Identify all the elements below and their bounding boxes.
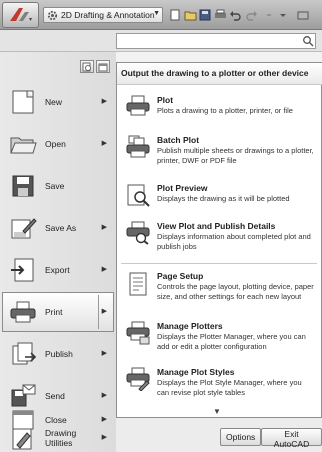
submenu-item-title: Manage Plotters (157, 321, 223, 331)
undo-icon[interactable] (228, 8, 242, 22)
submenu-item-plot-preview[interactable]: Plot Preview Displays the drawing as it … (117, 183, 321, 211)
menu-item-open[interactable]: Open ▶ (2, 124, 114, 164)
menu-label: Export (45, 265, 70, 275)
recent-open-toggle (80, 60, 110, 73)
submenu-item-manage-plotters[interactable]: Manage Plotters Displays the Plotter Man… (117, 321, 321, 351)
menu-label: Print (45, 307, 63, 317)
menu-label: Publish (45, 349, 73, 359)
plot-preview-icon (123, 183, 153, 211)
close-doc-icon (7, 404, 39, 436)
chevron-right-icon: ▶ (101, 224, 107, 231)
plot-printer-icon (123, 95, 153, 123)
submenu-item-description: Displays the Plotter Manager, where you … (157, 332, 306, 351)
qsave-icon[interactable] (198, 8, 212, 22)
submenu-item-description: Displays the Plot Style Manager, where y… (157, 378, 302, 397)
menu-item-save-as[interactable]: Save As ▶ (2, 208, 114, 248)
submenu-item-batch-plot[interactable]: Batch Plot Publish multiple sheets or dr… (117, 135, 321, 165)
title-bar: 2D Drafting & Annotation ▼ (0, 0, 322, 30)
export-icon (7, 254, 39, 286)
chevron-right-icon: ▶ (101, 266, 107, 273)
menu-item-new[interactable]: New ▶ (2, 82, 114, 122)
chevron-right-icon: ▶ (101, 308, 107, 315)
chevron-right-icon: ▶ (101, 392, 107, 399)
menu-label: New (45, 97, 63, 107)
application-menu-footer: Options Exit AutoCAD (116, 418, 322, 452)
submenu-item-description: Displays information about completed plo… (157, 232, 311, 251)
submenu-item-manage-plot-styles[interactable]: Manage Plot Styles Displays the Plot Sty… (117, 367, 321, 397)
search-input[interactable] (116, 33, 316, 49)
submenu-separator (121, 263, 317, 264)
submenu-header: Output the drawing to a plotter or other… (117, 63, 322, 85)
submenu-item-title: Manage Plot Styles (157, 367, 235, 377)
autocad-logo-icon (9, 8, 32, 21)
qnew-icon[interactable] (168, 8, 182, 22)
submenu-item-title: Plot Preview (157, 183, 208, 193)
chevron-down-icon: ▼ (153, 10, 160, 17)
application-menu-button[interactable] (2, 2, 39, 28)
submenu-item-title: Plot (157, 95, 174, 105)
printer-icon (7, 296, 39, 328)
menu-item-close[interactable]: Close ▶ (2, 400, 114, 440)
plot-details-icon (123, 221, 153, 249)
qat-dropdown-icon[interactable] (276, 8, 290, 22)
scroll-down-icon[interactable]: ▼ (213, 407, 221, 416)
open-folder-icon (7, 128, 39, 160)
save-as-icon (7, 212, 39, 244)
qplot-icon[interactable] (213, 8, 227, 22)
menu-label: Open (45, 139, 66, 149)
qat-separator-icon (262, 8, 276, 22)
chevron-right-icon: ▶ (101, 140, 107, 147)
chevron-right-icon: ▶ (101, 416, 107, 423)
open-documents-icon[interactable] (96, 60, 110, 73)
submenu-item-plot-details[interactable]: View Plot and Publish Details Displays i… (117, 221, 321, 251)
qat-extra-icon[interactable] (296, 8, 310, 22)
redo-icon[interactable] (245, 8, 259, 22)
search-icon[interactable] (302, 35, 314, 47)
menu-label: Save (45, 181, 65, 191)
submenu-item-title: Page Setup (157, 271, 204, 281)
submenu-item-plot[interactable]: Plot Plots a drawing to a plotter, print… (117, 95, 321, 123)
exit-autocad-button[interactable]: Exit AutoCAD (261, 428, 322, 449)
page-setup-icon (123, 271, 153, 299)
menu-label: Save As (45, 223, 77, 233)
manage-plot-styles-icon (123, 367, 153, 395)
submenu-item-description: Displays the drawing as it will be plott… (157, 194, 290, 203)
submenu-item-description: Controls the page layout, plotting devic… (157, 282, 314, 301)
chevron-right-icon: ▶ (101, 98, 107, 105)
menu-item-save[interactable]: Save (2, 166, 114, 206)
gear-icon (46, 9, 58, 21)
batch-plot-icon (123, 135, 153, 163)
floppy-disk-icon (7, 170, 39, 202)
workspace-label: 2D Drafting & Annotation (61, 10, 155, 20)
menu-item-export[interactable]: Export ▶ (2, 250, 114, 290)
menu-item-print[interactable]: Print ▶ (2, 292, 114, 332)
menu-label: Close (45, 415, 67, 425)
submenu-item-description: Plots a drawing to a plotter, printer, o… (157, 106, 293, 115)
submenu-item-title: View Plot and Publish Details (157, 221, 276, 231)
publish-icon (7, 338, 39, 370)
application-menu-left-pane: New ▶ Open ▶ Save Save As ▶ Export ▶ Pri… (0, 52, 116, 452)
workspace-dropdown[interactable]: 2D Drafting & Annotation ▼ (43, 7, 163, 23)
qopen-icon[interactable] (183, 8, 197, 22)
submenu-item-description: Publish multiple sheets or drawings to a… (157, 146, 314, 165)
search-bar (0, 30, 322, 52)
submenu-item-title: Batch Plot (157, 135, 200, 145)
split-divider (98, 295, 99, 329)
chevron-right-icon: ▶ (101, 350, 107, 357)
menu-item-publish[interactable]: Publish ▶ (2, 334, 114, 374)
new-doc-icon (7, 86, 39, 118)
print-submenu: Output the drawing to a plotter or other… (116, 62, 322, 418)
submenu-item-page-setup[interactable]: Page Setup Controls the page layout, plo… (117, 271, 321, 301)
options-button[interactable]: Options (220, 428, 262, 446)
manage-plotters-icon (123, 321, 153, 349)
recent-documents-icon[interactable] (80, 60, 94, 73)
